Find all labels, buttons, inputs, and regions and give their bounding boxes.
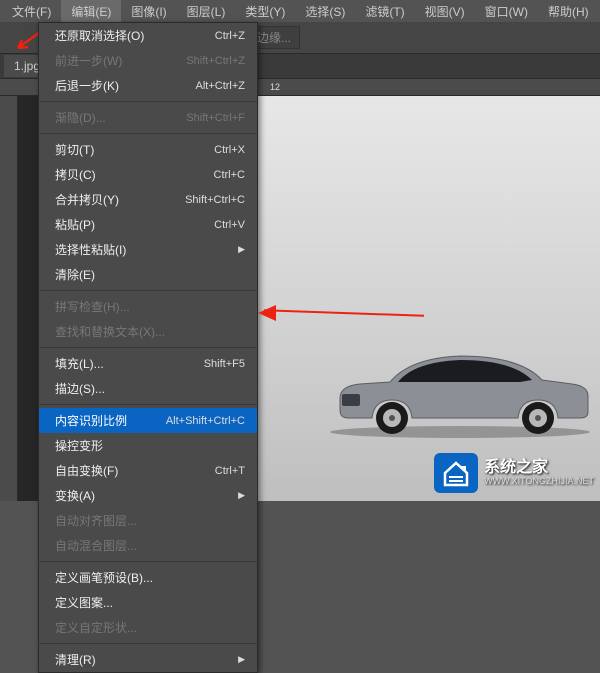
menu-item-label: 定义自定形状... (55, 619, 137, 636)
menu-separator (39, 133, 257, 134)
menu-item[interactable]: 清理(R) ▶ (39, 647, 257, 672)
menu-item: 前进一步(W) Shift+Ctrl+Z (39, 48, 257, 73)
edit-dropdown-menu: 还原取消选择(O) Ctrl+Z 前进一步(W) Shift+Ctrl+Z 后退一步(K… (38, 22, 258, 673)
menu-item[interactable]: 后退一步(K) Alt+Ctrl+Z (39, 73, 257, 98)
menu-item-shortcut: Ctrl+T (215, 465, 245, 477)
menu-separator (39, 101, 257, 102)
menu-item-label: 内容识别比例 (55, 412, 127, 429)
menu-item-label: 选择性粘贴(I) (55, 241, 126, 258)
menu-item[interactable]: 合并拷贝(Y) Shift+Ctrl+C (39, 187, 257, 212)
menu-item[interactable]: 清除(E) (39, 262, 257, 287)
ruler-vertical[interactable] (0, 96, 18, 501)
car-image (320, 338, 600, 438)
menu-item-label: 自动对齐图层... (55, 512, 137, 529)
menu-separator (39, 561, 257, 562)
menu-item: 自动对齐图层... (39, 508, 257, 533)
submenu-indicator-icon: ▶ (238, 244, 245, 255)
menu-item-label: 填充(L)... (55, 355, 104, 372)
watermark-url: WWW.XITONGZHIJIA.NET (484, 477, 594, 487)
menu-item-label: 还原取消选择(O) (55, 27, 144, 44)
menu-item-label: 合并拷贝(Y) (55, 191, 119, 208)
menu-item-label: 清理(R) (55, 651, 96, 668)
menu-item-label: 粘贴(P) (55, 216, 95, 233)
menu-item-shortcut: Shift+Ctrl+F (186, 112, 245, 124)
menu-select[interactable]: 选择(S) (295, 0, 355, 23)
menu-filter[interactable]: 滤镜(T) (355, 0, 414, 23)
menu-item-label: 定义图案... (55, 594, 113, 611)
menu-item[interactable]: 还原取消选择(O) Ctrl+Z (39, 23, 257, 48)
watermark: 系统之家 WWW.XITONGZHIJIA.NET (434, 453, 594, 493)
menu-item-label: 后退一步(K) (55, 77, 119, 94)
menu-item-label: 自动混合图层... (55, 537, 137, 554)
menu-item-shortcut: Ctrl+C (214, 169, 245, 181)
menu-item-shortcut: Shift+F5 (204, 358, 245, 370)
menu-item[interactable]: 变换(A) ▶ (39, 483, 257, 508)
menu-separator (39, 643, 257, 644)
submenu-indicator-icon: ▶ (238, 654, 245, 665)
menu-item[interactable]: 拷贝(C) Ctrl+C (39, 162, 257, 187)
menu-item-shortcut: Alt+Shift+Ctrl+C (166, 415, 245, 427)
menu-item-shortcut: Ctrl+V (214, 219, 245, 231)
menu-item-shortcut: Alt+Ctrl+Z (195, 80, 245, 92)
watermark-icon (434, 453, 478, 493)
menu-item[interactable]: 内容识别比例 Alt+Shift+Ctrl+C (39, 408, 257, 433)
menu-item-label: 操控变形 (55, 437, 103, 454)
menu-image[interactable]: 图像(I) (121, 0, 176, 23)
menu-item-shortcut: Ctrl+X (214, 144, 245, 156)
menu-item[interactable]: 操控变形 (39, 433, 257, 458)
menu-bar: 文件(F) 编辑(E) 图像(I) 图层(L) 类型(Y) 选择(S) 滤镜(T… (0, 0, 600, 22)
ruler-tick: 12 (270, 82, 280, 92)
submenu-indicator-icon: ▶ (238, 490, 245, 501)
menu-item-label: 剪切(T) (55, 141, 94, 158)
menu-item: 定义自定形状... (39, 615, 257, 640)
menu-item: 拼写检查(H)... (39, 294, 257, 319)
menu-item: 查找和替换文本(X)... (39, 319, 257, 344)
menu-item-label: 描边(S)... (55, 380, 105, 397)
menu-item[interactable]: 填充(L)... Shift+F5 (39, 351, 257, 376)
menu-item[interactable]: 粘贴(P) Ctrl+V (39, 212, 257, 237)
menu-separator (39, 404, 257, 405)
menu-item: 自动混合图层... (39, 533, 257, 558)
menu-item-label: 变换(A) (55, 487, 95, 504)
watermark-title: 系统之家 (484, 459, 594, 477)
menu-item-shortcut: Shift+Ctrl+C (185, 194, 245, 206)
menu-item[interactable]: 定义画笔预设(B)... (39, 565, 257, 590)
menu-item-label: 定义画笔预设(B)... (55, 569, 153, 586)
menu-item-label: 前进一步(W) (55, 52, 122, 69)
menu-item-label: 查找和替换文本(X)... (55, 323, 165, 340)
menu-item-label: 拷贝(C) (55, 166, 96, 183)
menu-item: 渐隐(D)... Shift+Ctrl+F (39, 105, 257, 130)
menu-item[interactable]: 自由变换(F) Ctrl+T (39, 458, 257, 483)
menu-edit[interactable]: 编辑(E) (61, 0, 121, 23)
menu-separator (39, 290, 257, 291)
menu-file[interactable]: 文件(F) (2, 0, 61, 23)
menu-item-shortcut: Ctrl+Z (215, 30, 245, 42)
menu-item-label: 渐隐(D)... (55, 109, 106, 126)
menu-item-shortcut: Shift+Ctrl+Z (186, 55, 245, 67)
tab-label: 1.jpg (14, 59, 40, 73)
menu-item-label: 拼写检查(H)... (55, 298, 130, 315)
menu-help[interactable]: 帮助(H) (538, 0, 599, 23)
menu-item-label: 清除(E) (55, 266, 95, 283)
menu-item[interactable]: 选择性粘贴(I) ▶ (39, 237, 257, 262)
menu-item-label: 自由变换(F) (55, 462, 118, 479)
menu-separator (39, 347, 257, 348)
menu-item[interactable]: 剪切(T) Ctrl+X (39, 137, 257, 162)
menu-item[interactable]: 描边(S)... (39, 376, 257, 401)
menu-window[interactable]: 窗口(W) (475, 0, 538, 23)
menu-view[interactable]: 视图(V) (415, 0, 475, 23)
menu-item[interactable]: 定义图案... (39, 590, 257, 615)
menu-type[interactable]: 类型(Y) (235, 0, 295, 23)
menu-layer[interactable]: 图层(L) (177, 0, 236, 23)
